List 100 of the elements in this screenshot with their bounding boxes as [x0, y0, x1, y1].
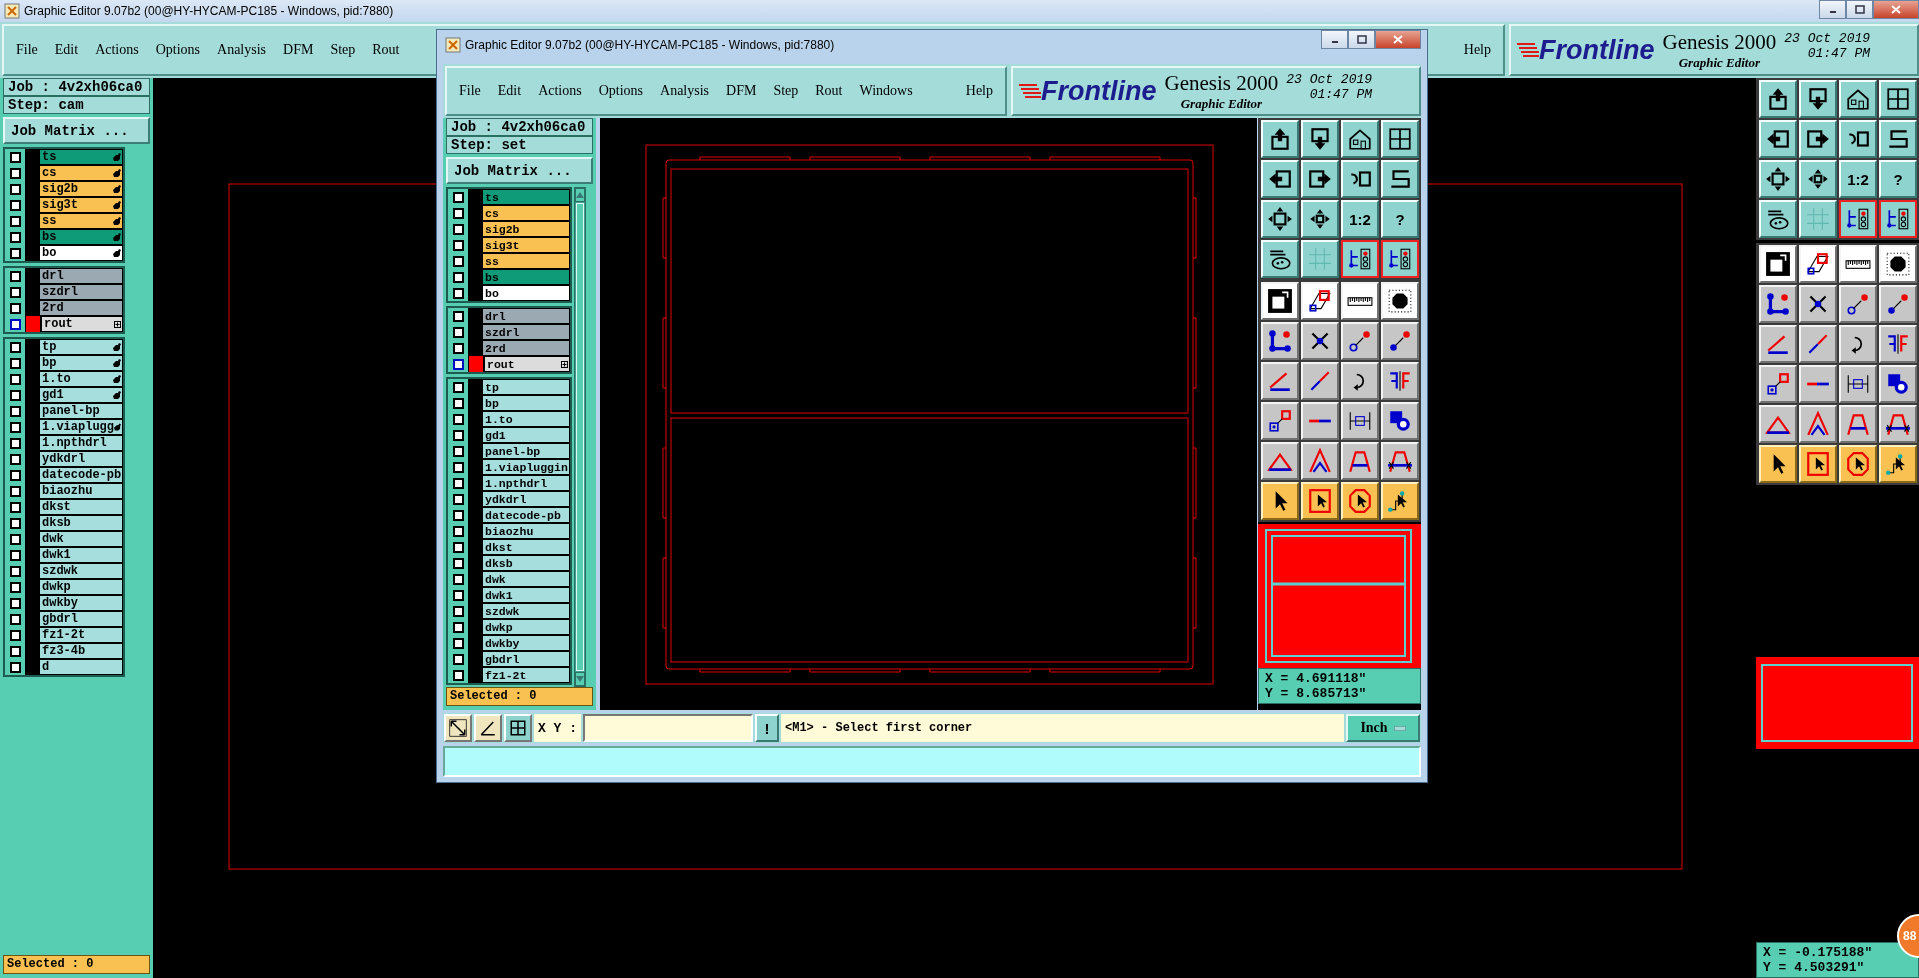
checkbox[interactable] — [9, 661, 21, 673]
trapezoid-icon[interactable] — [1381, 442, 1419, 480]
nodes-icon[interactable] — [1759, 285, 1797, 323]
nodes-icon[interactable] — [1261, 322, 1299, 360]
menu-item[interactable]: File — [459, 83, 481, 99]
close-button[interactable] — [1873, 0, 1919, 19]
menu-item[interactable]: Windows — [859, 83, 913, 99]
menu-item[interactable]: Actions — [95, 42, 139, 58]
checkbox[interactable] — [9, 533, 21, 545]
checkbox[interactable] — [452, 541, 464, 553]
checkbox[interactable] — [452, 358, 464, 370]
box-arrow-right-icon[interactable] — [1799, 120, 1837, 158]
coordinate-input-field[interactable] — [583, 714, 753, 742]
menu-item[interactable]: Options — [598, 83, 644, 99]
box-arrow-down-icon[interactable] — [1301, 120, 1339, 158]
menu-item[interactable]: Rout — [372, 42, 400, 58]
layer-name[interactable]: ts — [485, 190, 499, 204]
layer-name[interactable]: ss — [485, 254, 499, 268]
palette-icon[interactable] — [1261, 240, 1299, 278]
scroll-thumb[interactable] — [576, 203, 584, 671]
checkbox[interactable] — [9, 286, 21, 298]
shapes-icon[interactable] — [1381, 402, 1419, 440]
layer-name[interactable]: cs — [42, 166, 57, 180]
checkbox[interactable] — [452, 191, 464, 203]
s-curve-icon[interactable] — [1381, 160, 1419, 198]
checkbox[interactable] — [9, 629, 21, 641]
checkbox[interactable] — [9, 357, 21, 369]
layer-name[interactable]: bo — [485, 286, 499, 300]
menu-item[interactable]: File — [16, 42, 38, 58]
pointer-icon[interactable] — [1759, 445, 1797, 483]
layer-name[interactable]: bp — [485, 396, 499, 410]
scale-button[interactable]: 1:2 — [1341, 200, 1379, 238]
pointer-icon[interactable] — [1261, 482, 1299, 520]
checkbox[interactable] — [452, 310, 464, 322]
menu-item[interactable]: Actions — [538, 83, 582, 99]
checkbox[interactable] — [9, 183, 21, 195]
menu-item[interactable]: Edit — [497, 83, 522, 99]
layer-name[interactable]: ss — [42, 214, 57, 228]
checkbox[interactable] — [9, 613, 21, 625]
units-dropdown[interactable]: Inch — [1346, 714, 1420, 742]
menu-item[interactable]: Edit — [54, 42, 79, 58]
checkbox[interactable] — [452, 653, 464, 665]
cross-icon[interactable] — [1301, 322, 1339, 360]
checkbox[interactable] — [452, 381, 464, 393]
layer-name[interactable]: bs — [42, 230, 57, 244]
checkbox[interactable] — [452, 397, 464, 409]
checkbox[interactable] — [9, 151, 21, 163]
undo-icon[interactable] — [1341, 160, 1379, 198]
grid-icon[interactable] — [1381, 120, 1419, 158]
checkbox[interactable] — [452, 525, 464, 537]
checkbox[interactable] — [452, 477, 464, 489]
checkbox[interactable] — [452, 589, 464, 601]
checkbox[interactable] — [9, 167, 21, 179]
a-shape-icon[interactable] — [1301, 442, 1339, 480]
menu-item[interactable]: Analysis — [217, 42, 267, 58]
measure-icon[interactable] — [1341, 402, 1379, 440]
checkbox[interactable] — [452, 509, 464, 521]
layer-name[interactable]: cs — [485, 206, 499, 220]
checkbox[interactable] — [452, 271, 464, 283]
layer-name[interactable]: d — [42, 660, 50, 674]
grid-icon[interactable] — [504, 714, 532, 742]
square-icon[interactable] — [1759, 245, 1797, 283]
shape-icon[interactable] — [1799, 245, 1837, 283]
maximize-button[interactable] — [1348, 30, 1375, 49]
zoom-fit-icon[interactable] — [1759, 160, 1797, 198]
menu-item[interactable]: Options — [155, 42, 201, 58]
box-arrow-left-icon[interactable] — [1759, 120, 1797, 158]
checkbox[interactable] — [452, 605, 464, 617]
pointer-path-icon[interactable] — [1879, 445, 1917, 483]
layer-name[interactable]: bp — [42, 356, 57, 370]
checkbox[interactable] — [452, 223, 464, 235]
angle-icon[interactable] — [1261, 362, 1299, 400]
checkbox[interactable] — [452, 429, 464, 441]
menu-item[interactable]: Step — [773, 83, 799, 99]
help-button[interactable]: ? — [1381, 200, 1419, 238]
checkbox[interactable] — [9, 437, 21, 449]
checkbox[interactable] — [9, 517, 21, 529]
menu-item[interactable]: DFM — [283, 42, 314, 58]
checkbox[interactable] — [452, 669, 464, 681]
close-button[interactable] — [1375, 30, 1421, 49]
scroll-up-button[interactable] — [575, 188, 585, 202]
measure-icon[interactable] — [1839, 365, 1877, 403]
checkbox[interactable] — [452, 461, 464, 473]
resize-icon[interactable] — [444, 714, 472, 742]
minimize-button[interactable] — [1321, 30, 1348, 49]
checkbox[interactable] — [9, 341, 21, 353]
alert-button[interactable]: ! — [755, 714, 779, 742]
minimize-button[interactable] — [1819, 0, 1846, 19]
menu-item[interactable]: Step — [330, 42, 356, 58]
box-arrow-up-icon[interactable] — [1261, 120, 1299, 158]
box-arrow-up-icon[interactable] — [1759, 80, 1797, 118]
rotate-icon[interactable] — [1341, 362, 1379, 400]
scrollbar[interactable] — [574, 187, 586, 687]
checkbox[interactable] — [9, 231, 21, 243]
help-menu[interactable]: Help — [965, 83, 993, 99]
box-arrow-right-icon[interactable] — [1301, 160, 1339, 198]
mirror-icon[interactable] — [1879, 325, 1917, 363]
checkbox[interactable] — [9, 597, 21, 609]
rotate-icon[interactable] — [1839, 325, 1877, 363]
traffic-light-icon[interactable] — [1381, 240, 1419, 278]
